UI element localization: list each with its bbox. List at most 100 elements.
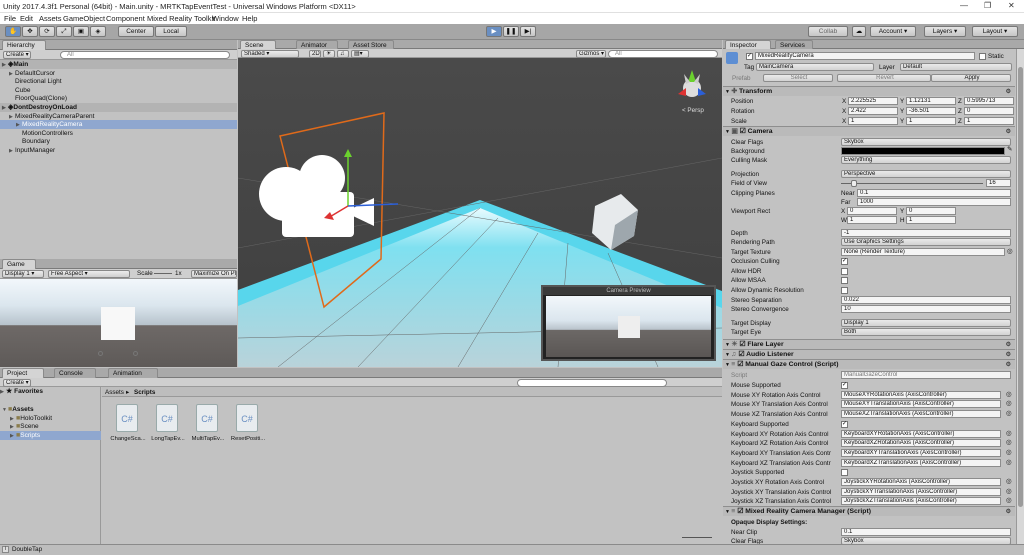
supported-checkbox[interactable]: ✓ bbox=[841, 420, 848, 428]
script-file-label[interactable]: ChangeSca... bbox=[110, 436, 146, 442]
culling-mask-dropdown[interactable]: Everything bbox=[841, 156, 1011, 164]
menu-help[interactable]: Help bbox=[242, 14, 257, 23]
static-checkbox[interactable] bbox=[979, 53, 986, 60]
manager-near-clip-field[interactable]: 0.1 bbox=[841, 528, 1011, 536]
scale-z-field[interactable]: 1 bbox=[964, 117, 1014, 125]
script-file-label[interactable]: LongTapEv... bbox=[150, 436, 186, 442]
hierarchy-search-input[interactable]: All bbox=[60, 51, 230, 59]
prefab-select-button[interactable]: Select bbox=[763, 74, 833, 82]
object-picker-icon[interactable]: ◎ bbox=[1006, 488, 1012, 495]
prefab-apply-button[interactable]: Apply bbox=[931, 74, 1011, 82]
script-file-label[interactable]: MultiTapEv... bbox=[190, 436, 226, 442]
object-picker-icon[interactable]: ◎ bbox=[1006, 391, 1012, 398]
pivot-center-button[interactable]: Center bbox=[118, 26, 154, 37]
target-eye-dropdown[interactable]: Both bbox=[841, 328, 1011, 336]
axis-controller-field[interactable]: KeyboardXZRotationAxis (AxisController) bbox=[841, 439, 1001, 448]
rotation-y-field[interactable]: -36.501 bbox=[906, 107, 956, 115]
minimize-icon[interactable]: — bbox=[960, 1, 968, 10]
axis-controller-field[interactable]: KeyboardXZTranslationAxis (AxisControlle… bbox=[841, 458, 1001, 467]
scale-y-field[interactable]: 1 bbox=[906, 117, 956, 125]
axis-controller-field[interactable]: JoystickXYTranslationAxis (AxisControlle… bbox=[841, 487, 1001, 496]
enabled-checkbox[interactable]: ☑ bbox=[738, 351, 746, 358]
allow-msaa-checkbox[interactable] bbox=[841, 277, 848, 284]
viewport-h-field[interactable]: 1 bbox=[906, 216, 956, 224]
axis-controller-field[interactable]: MouseXZTranslationAxis (AxisController) bbox=[841, 410, 1001, 419]
object-picker-icon[interactable]: ◎ bbox=[1006, 439, 1012, 446]
game-display-dropdown[interactable]: Display 1 ▾ bbox=[2, 270, 44, 278]
supported-checkbox[interactable]: ✓ bbox=[841, 382, 848, 389]
position-x-field[interactable]: 2.225525 bbox=[848, 97, 898, 105]
csharp-script-icon[interactable]: C# bbox=[116, 404, 138, 432]
menu-file[interactable]: File bbox=[4, 14, 16, 23]
stereo-separation-field[interactable]: 0.022 bbox=[841, 296, 1011, 304]
object-picker-icon[interactable]: ◎ bbox=[1006, 497, 1012, 504]
transform-tool-icon[interactable]: ◈ bbox=[90, 26, 106, 37]
game-aspect-dropdown[interactable]: Free Aspect ▾ bbox=[48, 270, 130, 278]
csharp-script-icon[interactable]: C# bbox=[196, 404, 218, 432]
csharp-script-icon[interactable]: C# bbox=[156, 404, 178, 432]
breadcrumb-assets[interactable]: Assets bbox=[105, 389, 124, 396]
target-texture-field[interactable]: None (Render Texture) bbox=[841, 248, 1005, 256]
manager-clear-flags-dropdown[interactable]: Skybox bbox=[841, 537, 1011, 544]
status-text[interactable]: DoubleTap bbox=[12, 546, 42, 553]
pause-icon[interactable]: ❚❚ bbox=[503, 26, 519, 37]
axis-controller-field[interactable]: KeyboardXYTranslationAxis (AxisControlle… bbox=[841, 448, 1001, 457]
component-settings-icon[interactable]: ⚙ bbox=[1006, 128, 1011, 137]
object-picker-icon[interactable]: ◎ bbox=[1006, 449, 1012, 456]
object-picker-icon[interactable]: ◎ bbox=[1006, 400, 1012, 407]
position-y-field[interactable]: 1.12131 bbox=[906, 97, 956, 105]
gizmos-dropdown[interactable]: Gizmos ▾ bbox=[576, 50, 606, 58]
step-icon[interactable]: ▶| bbox=[520, 26, 536, 37]
rect-tool-icon[interactable]: ▣ bbox=[73, 26, 89, 37]
fov-slider[interactable] bbox=[841, 183, 983, 184]
account-dropdown[interactable]: Account ▾ bbox=[870, 26, 916, 37]
projection-dropdown[interactable]: Perspective bbox=[841, 170, 1011, 178]
layer-dropdown[interactable]: Default bbox=[900, 63, 1012, 71]
restore-icon[interactable]: ❐ bbox=[984, 1, 991, 10]
object-name-field[interactable]: MixedRealityCamera bbox=[755, 52, 975, 60]
audio-listener-component[interactable]: ▼ ♫ ☑ Audio Listener ⚙ bbox=[723, 349, 1015, 359]
tab-animation[interactable]: Animation bbox=[108, 368, 158, 378]
scale-x-field[interactable]: 1 bbox=[848, 117, 898, 125]
far-clip-field[interactable]: 1000 bbox=[857, 198, 1011, 206]
menu-edit[interactable]: Edit bbox=[20, 14, 33, 23]
manual-gaze-control-component[interactable]: ▼ ≡ ☑ Manual Gaze Control (Script) ⚙ bbox=[723, 359, 1015, 369]
object-picker-icon[interactable]: ◎ bbox=[1006, 478, 1012, 485]
near-clip-field[interactable]: 0.1 bbox=[857, 189, 1011, 197]
shading-mode-dropdown[interactable]: Shaded ▾ bbox=[241, 50, 299, 58]
game-scale-slider[interactable] bbox=[154, 273, 172, 274]
tab-hierarchy[interactable]: Hierarchy bbox=[2, 40, 46, 50]
enabled-checkbox[interactable]: ☑ bbox=[737, 508, 745, 515]
axis-controller-field[interactable]: KeyboardXYRotationAxis (AxisController) bbox=[841, 429, 1001, 438]
effects-toggle-icon[interactable]: ▤▾ bbox=[351, 50, 369, 58]
position-z-field[interactable]: 0.5995713 bbox=[964, 97, 1014, 105]
hierarchy-row[interactable]: ▶ InputManager bbox=[0, 146, 237, 155]
object-picker-icon[interactable]: ◎ bbox=[1007, 248, 1013, 255]
allow-dynamic-resolution-checkbox[interactable] bbox=[841, 287, 848, 294]
2d-toggle[interactable]: 2D bbox=[309, 50, 321, 58]
csharp-script-icon[interactable]: C# bbox=[236, 404, 258, 432]
cloud-icon[interactable]: ☁ bbox=[852, 26, 866, 37]
play-icon[interactable]: ▶ bbox=[486, 26, 502, 37]
hierarchy-create-button[interactable]: Create ▾ bbox=[3, 51, 31, 59]
object-picker-icon[interactable]: ◎ bbox=[1006, 430, 1012, 437]
depth-field[interactable]: -1 bbox=[841, 229, 1011, 237]
transform-component[interactable]: ▼ ✚ Transform ⚙ bbox=[723, 86, 1015, 96]
component-settings-icon[interactable]: ⚙ bbox=[1006, 361, 1011, 370]
eyedropper-icon[interactable]: ✎ bbox=[1007, 146, 1012, 153]
scene-search-input[interactable]: All bbox=[608, 50, 718, 58]
enabled-checkbox[interactable]: ☑ bbox=[740, 128, 748, 135]
icon-size-slider[interactable] bbox=[682, 537, 712, 538]
enabled-checkbox[interactable]: ☑ bbox=[737, 361, 745, 368]
fov-field[interactable]: 16 bbox=[986, 179, 1011, 187]
menu-mixed-reality-toolkit[interactable]: Mixed Reality Toolkit bbox=[147, 14, 215, 23]
component-settings-icon[interactable]: ⚙ bbox=[1006, 88, 1011, 97]
rotation-x-field[interactable]: 2.422 bbox=[848, 107, 898, 115]
inspector-scroll-thumb[interactable] bbox=[1018, 67, 1023, 507]
menu-gameobject[interactable]: GameObject bbox=[63, 14, 105, 23]
occlusion-culling-checkbox[interactable]: ✓ bbox=[841, 258, 848, 265]
lighting-toggle-icon[interactable]: ☀ bbox=[323, 50, 335, 58]
breadcrumb-scripts[interactable]: Scripts bbox=[134, 389, 155, 396]
component-settings-icon[interactable]: ⚙ bbox=[1006, 508, 1011, 517]
prefab-revert-button[interactable]: Revert bbox=[837, 74, 931, 82]
